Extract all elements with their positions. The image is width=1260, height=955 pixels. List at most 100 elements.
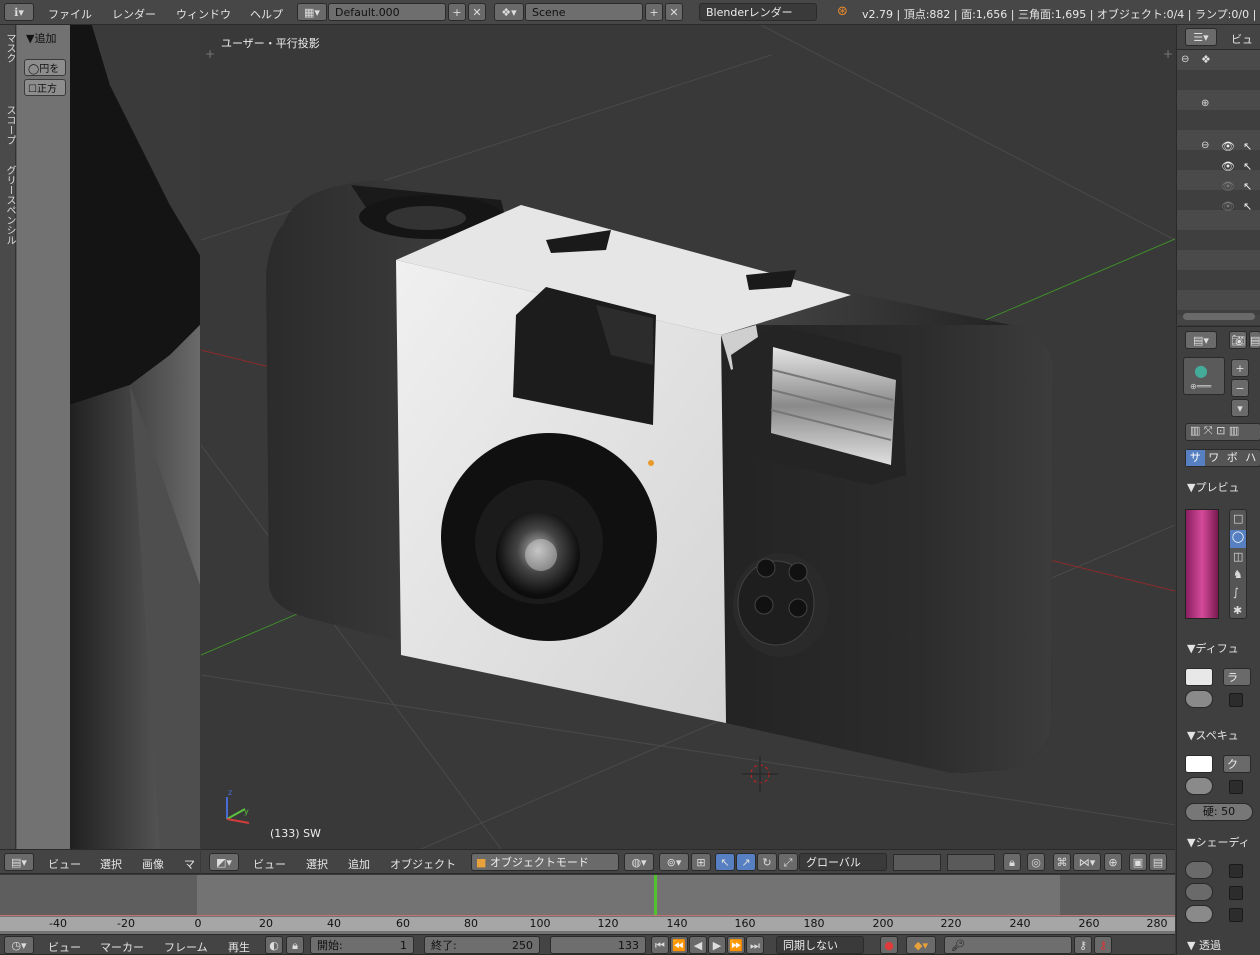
- timeline[interactable]: -40 -20 0 20 40 60 80 100 120 140 160 18…: [0, 875, 1175, 934]
- eye-icon[interactable]: 👁︎: [1221, 180, 1235, 193]
- diffuse-shader-select[interactable]: ラ: [1223, 668, 1251, 686]
- outliner-scrollbar[interactable]: [1183, 313, 1255, 320]
- shading-emit-field[interactable]: [1185, 861, 1213, 879]
- hardness-field[interactable]: 硬: 50: [1185, 803, 1253, 821]
- preview-world-icon[interactable]: ✱: [1233, 604, 1242, 617]
- menu-object[interactable]: オブジェクト: [390, 856, 456, 872]
- outliner-row[interactable]: [1177, 290, 1260, 310]
- layer-grid-a[interactable]: [893, 854, 941, 871]
- tab-mask[interactable]: マスク: [2, 33, 17, 63]
- menu-view[interactable]: ビュー: [253, 856, 286, 872]
- menu-window[interactable]: ウィンドウ: [176, 6, 231, 22]
- editor-type-info-icon[interactable]: ℹ▾: [4, 3, 34, 21]
- orientation-select[interactable]: グローバル: [799, 853, 887, 871]
- menu-add[interactable]: 追加: [348, 856, 370, 872]
- timeline-menu-playback[interactable]: 再生: [228, 939, 250, 955]
- rotate-icon[interactable]: ↻: [757, 853, 777, 871]
- preview-cube-icon[interactable]: ◫: [1233, 550, 1243, 563]
- specular-section-header[interactable]: ▼スペキュ: [1187, 727, 1239, 743]
- play-reverse-icon[interactable]: ◀: [689, 936, 707, 954]
- preview-flat-icon[interactable]: □: [1233, 512, 1243, 525]
- play-icon[interactable]: ▶: [708, 936, 726, 954]
- image-canvas[interactable]: [70, 25, 200, 849]
- specular-color-swatch[interactable]: [1185, 755, 1213, 773]
- image-menu-view[interactable]: ビュー: [48, 856, 81, 872]
- tab-volume[interactable]: ボ: [1223, 450, 1242, 466]
- tab-halo[interactable]: ハ: [1242, 450, 1260, 466]
- cursor-icon[interactable]: ↖: [1243, 180, 1252, 193]
- tab-wire[interactable]: ワ: [1205, 450, 1224, 466]
- layout-field[interactable]: Default.000: [328, 3, 446, 21]
- lock-layers-icon[interactable]: 🔒︎: [1003, 853, 1021, 871]
- jump-end-icon[interactable]: ⏭: [746, 936, 764, 954]
- current-frame-field[interactable]: 133: [550, 936, 646, 954]
- image-editor[interactable]: マスク スコープ グリースペンシル ▼追加 ◯円を ☐正方: [0, 25, 200, 849]
- keying-set-field[interactable]: 🔑︎: [944, 936, 1072, 954]
- scene-add-icon[interactable]: +: [645, 3, 663, 21]
- preview-section-header[interactable]: ▼プレビュ: [1187, 479, 1239, 495]
- start-frame-field[interactable]: 開始: 1: [310, 936, 414, 954]
- editor-type-image-icon[interactable]: ▤▾: [4, 853, 34, 871]
- collapse-icon[interactable]: ⊖: [1201, 140, 1209, 151]
- render-tab-icon[interactable]: 📷︎: [1229, 331, 1247, 349]
- diffuse-section-header[interactable]: ▼ディフュ: [1187, 640, 1239, 656]
- collapse-icon[interactable]: ⊖: [1181, 54, 1189, 65]
- tab-scopes[interactable]: スコープ: [2, 105, 17, 145]
- snap-target-icon[interactable]: ⋈▾: [1073, 853, 1101, 871]
- region-expand-right-icon[interactable]: +: [1163, 47, 1173, 61]
- cursor-icon[interactable]: ↖: [1243, 140, 1252, 153]
- render-engine-select[interactable]: Blenderレンダー: [699, 3, 817, 21]
- insert-keyframe-icon[interactable]: ⚷: [1074, 936, 1092, 954]
- shading-cubic-checkbox[interactable]: [1229, 908, 1243, 922]
- expand-icon[interactable]: ⊕: [1201, 98, 1209, 109]
- 3d-viewport[interactable]: z y ユーザー・平行投影 (133) SW + +: [201, 25, 1175, 849]
- menu-help[interactable]: ヘルプ: [250, 6, 283, 22]
- specular-ramp-toggle[interactable]: [1185, 777, 1213, 795]
- tab-grease-pencil[interactable]: グリースペンシル: [2, 165, 17, 245]
- material-slot-list[interactable]: ● ⊕═══: [1183, 357, 1225, 395]
- image-menu-mask[interactable]: マ: [184, 856, 195, 872]
- editor-type-properties-icon[interactable]: ▤▾: [1185, 331, 1217, 349]
- eye-icon[interactable]: 👁︎: [1221, 160, 1235, 173]
- shading-tangent-checkbox[interactable]: [1229, 886, 1243, 900]
- timeline-menu-frame[interactable]: フレーム: [164, 939, 208, 955]
- translate-icon[interactable]: ↗: [736, 853, 756, 871]
- menu-select[interactable]: 選択: [306, 856, 328, 872]
- preview-monkey-icon[interactable]: ♞: [1233, 568, 1243, 581]
- shading-translucency-field[interactable]: [1185, 905, 1213, 923]
- layer-grid-b[interactable]: [947, 854, 995, 871]
- option-circle[interactable]: ◯円を: [24, 59, 66, 76]
- properties-editor[interactable]: ▤▾ 📷︎ ▤ ● ⊕═══ + − ▾ ▥ ⤧ ⊡ ▥ サ ワ ボ ハ ▼プレ…: [1176, 326, 1260, 955]
- transparency-section-header[interactable]: ▼ 透過: [1187, 937, 1221, 953]
- scene-remove-icon[interactable]: ✕: [665, 3, 683, 21]
- material-browse-field[interactable]: ▥ ⤧ ⊡ ▥: [1185, 423, 1260, 441]
- scene-field[interactable]: Scene: [525, 3, 643, 21]
- shading-section-header[interactable]: ▼シェーディ: [1187, 834, 1250, 850]
- lock-range-icon[interactable]: 🔒︎: [286, 936, 304, 954]
- keying-set-icon[interactable]: ◆▾: [906, 936, 936, 954]
- render-still-icon[interactable]: ▣: [1129, 853, 1147, 871]
- outliner[interactable]: ☰▾ ビュー ⊖ ❖ ⊕ ⊖ 👁︎ ↖ 👁︎ ↖ 👁︎ ↖ 👁︎ ↖: [1176, 25, 1260, 325]
- diffuse-ramp-checkbox[interactable]: [1229, 693, 1243, 707]
- preview-sphere-icon[interactable]: ◯: [1230, 530, 1246, 548]
- cursor-icon[interactable]: ↖: [1243, 160, 1252, 173]
- timeline-menu-marker[interactable]: マーカー: [100, 939, 144, 955]
- specular-ramp-checkbox[interactable]: [1229, 780, 1243, 794]
- option-square[interactable]: ☐正方: [24, 79, 66, 96]
- next-keyframe-icon[interactable]: ⏩: [727, 936, 745, 954]
- editor-type-outliner-icon[interactable]: ☰▾: [1185, 28, 1217, 46]
- proportional-edit-icon[interactable]: ◎: [1027, 853, 1045, 871]
- delete-keyframe-icon[interactable]: ⚷: [1094, 936, 1112, 954]
- menu-file[interactable]: ファイル: [48, 6, 92, 22]
- render-anim-icon[interactable]: ▤: [1149, 853, 1167, 871]
- slot-specials-icon[interactable]: ▾: [1231, 399, 1249, 417]
- shading-shadeless-checkbox[interactable]: [1229, 864, 1243, 878]
- layout-icon[interactable]: ▦▾: [297, 3, 327, 21]
- scene-icon[interactable]: ❖▾: [494, 3, 524, 21]
- snap-manipulator-icon[interactable]: ⊞: [691, 853, 711, 871]
- jump-start-icon[interactable]: ⏮: [651, 936, 669, 954]
- shading-select-icon[interactable]: ◍▾: [624, 853, 654, 871]
- end-frame-field[interactable]: 終了: 250: [424, 936, 540, 954]
- mode-select[interactable]: ■ オブジェクトモード: [471, 853, 619, 871]
- outliner-row[interactable]: [1177, 50, 1260, 70]
